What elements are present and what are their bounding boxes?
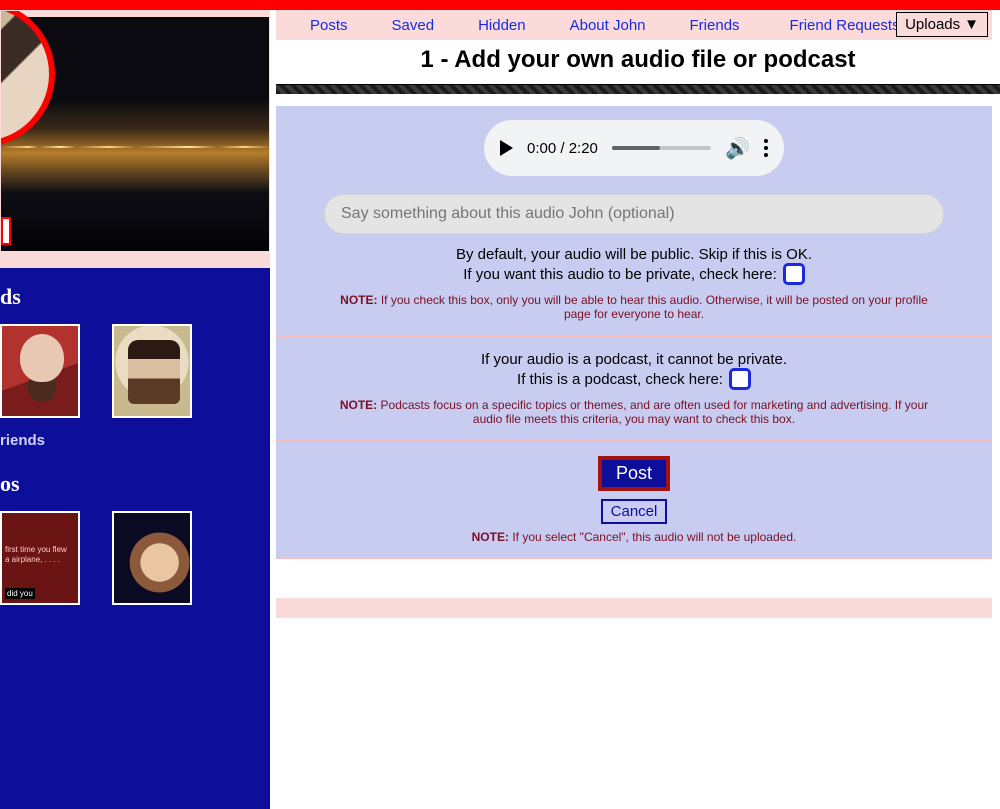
private-row: If you want this audio to be private, ch… <box>276 263 992 285</box>
top-red-bar <box>0 0 1000 10</box>
tab-bar: Posts Saved Hidden About John Friends Fr… <box>276 10 992 40</box>
private-checkbox[interactable] <box>783 263 805 285</box>
tab-uploads-label: Uploads <box>905 16 960 33</box>
sidebar-section2-heading: os <box>0 465 270 503</box>
cancel-button[interactable]: Cancel <box>601 499 668 524</box>
panel-podcast: If your audio is a podcast, it cannot be… <box>276 336 992 441</box>
podcast-note: NOTE: Podcasts focus on a specific topic… <box>276 398 992 426</box>
podcast-label: If this is a podcast, check here: <box>517 371 723 388</box>
post-thumb-2[interactable] <box>112 511 192 605</box>
tab-uploads[interactable]: Uploads ▼ <box>896 12 988 37</box>
post-thumb-1-line3: did you <box>5 588 35 599</box>
audio-player[interactable]: 0:00 / 2:20 🔊 <box>484 120 784 176</box>
section2-thumbs-row: first time you flew a airplane, . . . . … <box>0 503 270 609</box>
chevron-down-icon: ▼ <box>964 16 979 33</box>
friend-thumbs-row <box>0 316 270 422</box>
sidebar-friends-heading: ds <box>0 278 270 316</box>
audio-caption-input[interactable] <box>324 194 944 234</box>
private-note-label: NOTE: <box>340 293 377 307</box>
cover-chip <box>1 217 11 245</box>
cancel-note: NOTE: If you select "Cancel", this audio… <box>276 530 992 544</box>
private-note: NOTE: If you check this box, only you wi… <box>276 293 992 321</box>
tab-friends[interactable]: Friends <box>668 13 768 38</box>
post-thumb-1-line1: first time you flew <box>5 545 67 554</box>
post-thumb-1-line2: a airplane, . . . . <box>5 555 60 564</box>
left-column: ds riends os first time you flew a airpl… <box>0 10 270 809</box>
play-icon[interactable] <box>500 140 513 156</box>
podcast-note-label: NOTE: <box>340 398 377 412</box>
volume-icon[interactable]: 🔊 <box>725 136 750 161</box>
podcast-checkbox[interactable] <box>729 368 751 390</box>
audio-time: 0:00 / 2:20 <box>527 140 598 157</box>
post-thumb-1[interactable]: first time you flew a airplane, . . . . … <box>0 511 80 605</box>
main-column: Posts Saved Hidden About John Friends Fr… <box>276 10 1000 559</box>
private-note-text: If you check this box, only you will be … <box>378 293 928 321</box>
friend-thumb-2[interactable] <box>112 324 192 418</box>
podcast-row: If this is a podcast, check here: <box>276 368 992 390</box>
friend-thumb-1[interactable] <box>0 324 80 418</box>
sidebar: ds riends os first time you flew a airpl… <box>0 268 270 809</box>
cancel-note-label: NOTE: <box>472 530 509 544</box>
tab-about[interactable]: About John <box>548 13 668 38</box>
public-info-line1: By default, your audio will be public. S… <box>276 246 992 263</box>
panel-actions: Post Cancel NOTE: If you select "Cancel"… <box>276 441 992 559</box>
cover-area <box>0 10 270 268</box>
audio-seek-track[interactable] <box>612 146 711 150</box>
podcast-note-text: Podcasts focus on a specific topics or t… <box>377 398 928 426</box>
private-label: If you want this audio to be private, ch… <box>463 266 777 283</box>
page-title: 1 - Add your own audio file or podcast <box>276 40 1000 84</box>
sidebar-friends-sub[interactable]: riends <box>0 422 270 465</box>
tab-saved[interactable]: Saved <box>370 13 457 38</box>
tab-posts[interactable]: Posts <box>288 13 370 38</box>
title-divider <box>276 84 1000 94</box>
tab-hidden[interactable]: Hidden <box>456 13 548 38</box>
audio-menu-icon[interactable] <box>764 139 768 157</box>
post-button[interactable]: Post <box>598 456 670 491</box>
panel-audio: 0:00 / 2:20 🔊 By default, your audio wil… <box>276 106 992 336</box>
podcast-info-line1: If your audio is a podcast, it cannot be… <box>276 351 992 368</box>
cancel-note-text: If you select "Cancel", this audio will … <box>509 530 796 544</box>
bottom-pink-strip <box>276 598 992 618</box>
